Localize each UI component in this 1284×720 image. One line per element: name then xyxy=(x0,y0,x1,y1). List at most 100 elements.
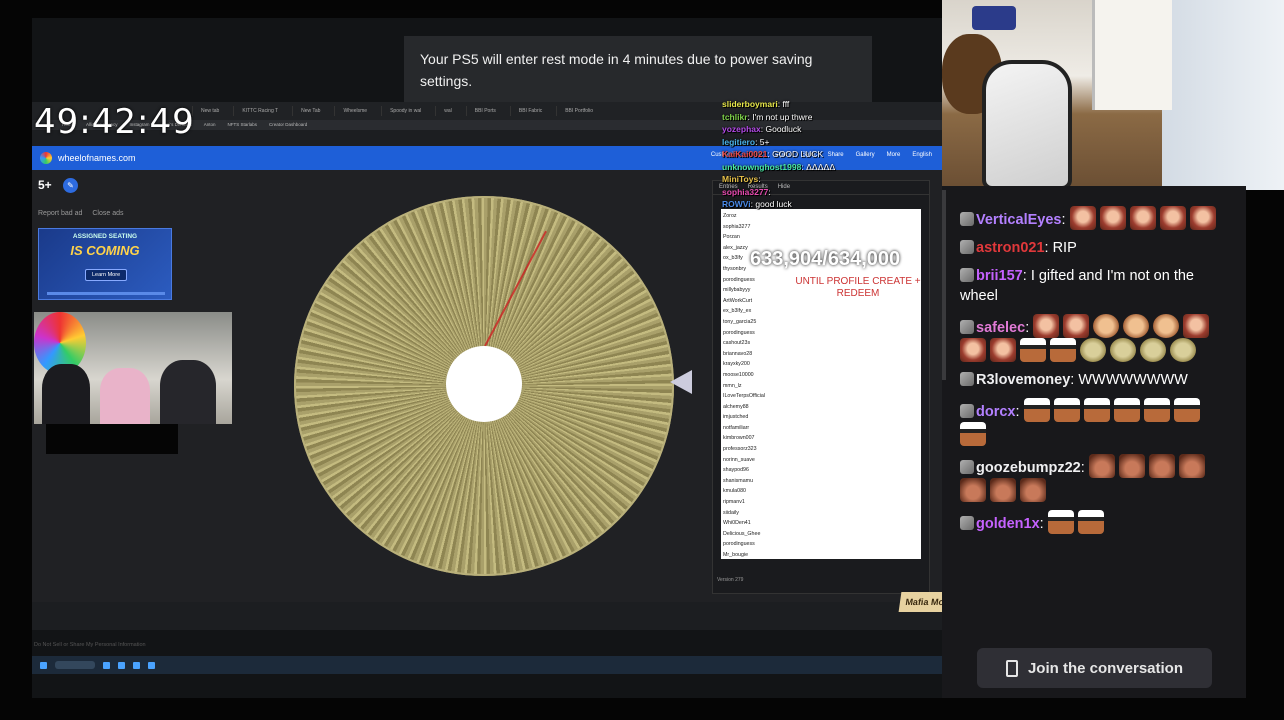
emote-icon xyxy=(1129,206,1156,230)
overlay-chat-line: MiniToys: xyxy=(722,174,761,184)
emote-icon xyxy=(1023,398,1050,422)
ps5-rest-mode-notification: Your PS5 will enter rest mode in 4 minut… xyxy=(404,36,872,102)
overlay-chat-text: I'm not up thwre xyxy=(752,111,813,122)
overlay-chat-user: legitiero xyxy=(722,136,756,147)
user-badge-icon xyxy=(960,516,974,530)
version-label: Version 279 xyxy=(717,577,744,583)
browser-tab[interactable]: BBI Ports xyxy=(465,106,504,116)
entry-line: ILoveTerpsOfficial xyxy=(723,393,766,400)
entry-line: notfamiliarr xyxy=(723,424,750,431)
emote-icon xyxy=(960,478,986,502)
overlay-chat-user: yozephax xyxy=(722,124,761,134)
entry-line: porodinguess xyxy=(723,329,755,336)
browser-tab[interactable]: New Tab xyxy=(292,106,328,116)
user-badge-icon xyxy=(960,404,974,418)
windows-taskbar xyxy=(32,656,942,674)
wheel[interactable] xyxy=(294,196,674,576)
emote-icon xyxy=(1118,454,1145,478)
wheel-center[interactable] xyxy=(446,346,522,422)
entry-line: alchemy88 xyxy=(723,403,749,410)
close-ads-link[interactable]: Close ads xyxy=(92,210,123,217)
taskbar-app-icon[interactable] xyxy=(148,661,155,669)
ad-learn-more-button[interactable]: Learn More xyxy=(85,269,128,281)
chat-username[interactable]: astron021 xyxy=(976,240,1045,256)
overlay-chat-user: ROWVi xyxy=(722,199,751,209)
bookmark-link[interactable]: NFTS Starlabs xyxy=(227,122,257,128)
chat-messages: VerticalEyes: astron021: RIP brii157: I g… xyxy=(960,206,1230,542)
emote-icon xyxy=(1143,398,1170,422)
privacy-link[interactable]: Do Not Sell or Share My Personal Informa… xyxy=(34,642,146,648)
emote-icon xyxy=(1093,314,1120,338)
overlay-chat-user: unknownghost1998 xyxy=(722,161,802,172)
edit-pencil-icon[interactable]: ✎ xyxy=(63,178,78,193)
join-conversation-button[interactable]: Join the conversation xyxy=(977,648,1212,688)
report-ad-link[interactable]: Report bad ad xyxy=(38,210,82,217)
browser-tab[interactable]: New tab xyxy=(192,106,227,116)
channel-logo: Mafia Mode xyxy=(898,592,942,612)
chat-username[interactable]: golden1x xyxy=(976,516,1040,532)
chat-message: astron021: RIP xyxy=(960,238,1230,258)
overlay-chat-line: legitiero: 5+ xyxy=(722,136,770,147)
chat-username[interactable]: goozebumpz22 xyxy=(976,460,1081,476)
entry-line: kmula080 xyxy=(723,488,746,495)
browser-tab[interactable]: BBI Fabric xyxy=(509,106,550,116)
entry-line: porodinguess xyxy=(723,541,755,548)
emote-icon xyxy=(990,338,1016,362)
emote-icon xyxy=(960,422,986,446)
entry-line: tony_garcia25 xyxy=(723,318,757,325)
person xyxy=(160,360,216,424)
browser-tab[interactable]: BBI Portfolio xyxy=(556,106,601,116)
overlay-chat-line: tchlikr: I'm not up thwre xyxy=(722,111,813,122)
overlay-chat-text: ᐃᐃᐃᐃᐃ xyxy=(806,161,836,172)
desk-lamp xyxy=(972,6,1016,30)
entry-line: cashout23s xyxy=(723,340,751,347)
emote-icon xyxy=(1088,454,1115,478)
browser-tab[interactable]: Wheelsme xyxy=(334,106,375,116)
stream-capture: New tab KITTC Racing T New Tab Wheelsme Spoo… xyxy=(32,18,942,698)
browser-tab[interactable]: KITTC Racing T xyxy=(233,106,286,116)
overlay-chat-line: sliderboymari: fff xyxy=(722,99,790,109)
overlay-chat-line: KaiKai0021: GOOD LUCK xyxy=(722,149,824,159)
entry-line: krayxky200 xyxy=(723,361,750,368)
webcam-feed xyxy=(942,0,1284,190)
entries-panel: Entries Results Hide Zoroz sophia3277 Porzan… xyxy=(712,180,930,594)
taskbar-search[interactable] xyxy=(55,661,95,669)
entry-line: Delicious_Ghee xyxy=(723,530,761,537)
sub-goal-caption: UNTIL PROFILE CREATE + REDEEM xyxy=(795,276,921,299)
emote-icon xyxy=(1189,206,1216,230)
chat-username[interactable]: brii157 xyxy=(976,268,1023,284)
overlay-chat-line: sophia3277: xyxy=(722,186,771,197)
taskbar-app-icon[interactable] xyxy=(133,661,140,669)
emote-icon xyxy=(1159,206,1186,230)
ad-banner[interactable]: ASSIGNED SEATING IS COMING Learn More xyxy=(38,228,172,300)
emote-icon xyxy=(1033,314,1060,338)
overlay-chat-text: GOOD LUCK xyxy=(772,149,824,159)
emote-icon xyxy=(990,478,1016,502)
chat-username[interactable]: safelec xyxy=(976,320,1025,336)
chat-username[interactable]: dorcx xyxy=(976,404,1016,420)
bookmark-link[interactable]: Anton xyxy=(204,122,216,128)
emote-icon xyxy=(1183,314,1210,338)
entry-line: professorz323 xyxy=(723,446,757,453)
user-badge-icon xyxy=(960,268,974,282)
taskbar-app-icon[interactable] xyxy=(103,661,110,669)
chat-username[interactable]: R3lovemoney xyxy=(976,372,1070,388)
taskbar-app-icon[interactable] xyxy=(118,661,125,669)
emote-icon xyxy=(1020,478,1046,502)
emote-icon xyxy=(1050,338,1076,362)
browser-tab[interactable]: wal xyxy=(435,106,460,116)
windows-start-icon[interactable] xyxy=(40,661,47,669)
sub-goal-counter: 633,904/634,000 xyxy=(750,248,901,270)
stream-chat-overlay: sliderboymari: fff tchlikr: I'm not up th… xyxy=(722,98,942,211)
entry-line: ripmanv1 xyxy=(723,499,745,506)
chat-scrollbar[interactable] xyxy=(942,190,946,380)
browser-tab[interactable]: Spoody in wal xyxy=(381,106,429,116)
user-badge-icon xyxy=(960,240,974,254)
chat-message: VerticalEyes: xyxy=(960,206,1230,230)
chat-message: safelec: xyxy=(960,314,1230,362)
chat-username[interactable]: VerticalEyes xyxy=(976,212,1061,228)
emote-icon xyxy=(1069,206,1096,230)
overlay-chat-line: unknownghost1998: ᐃᐃᐃᐃᐃ xyxy=(722,161,836,172)
bookmark-link[interactable]: Creator Dashboard xyxy=(269,122,307,128)
user-badge-icon xyxy=(960,372,974,386)
